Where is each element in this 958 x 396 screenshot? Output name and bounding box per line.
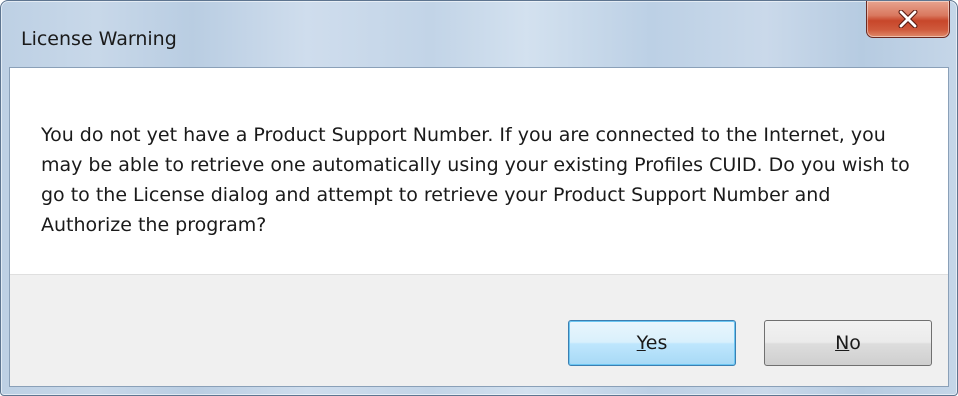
yes-accelerator: Y <box>636 332 646 354</box>
message-area: You do not yet have a Product Support Nu… <box>10 68 948 274</box>
message-text: You do not yet have a Product Support Nu… <box>41 124 910 236</box>
yes-button[interactable]: Yes <box>568 320 736 366</box>
button-strip: Yes No <box>10 274 948 386</box>
close-button[interactable] <box>866 1 950 38</box>
window-title: License Warning <box>21 28 177 50</box>
title-bar[interactable]: License Warning <box>1 1 957 67</box>
no-label-rest: o <box>849 332 861 354</box>
yes-label-rest: es <box>645 332 668 354</box>
dialog-window: License Warning You do not yet have a Pr… <box>0 0 958 396</box>
dialog-content: You do not yet have a Product Support Nu… <box>9 67 949 387</box>
no-accelerator: N <box>835 332 850 354</box>
close-icon <box>898 10 918 28</box>
no-button[interactable]: No <box>764 320 932 366</box>
